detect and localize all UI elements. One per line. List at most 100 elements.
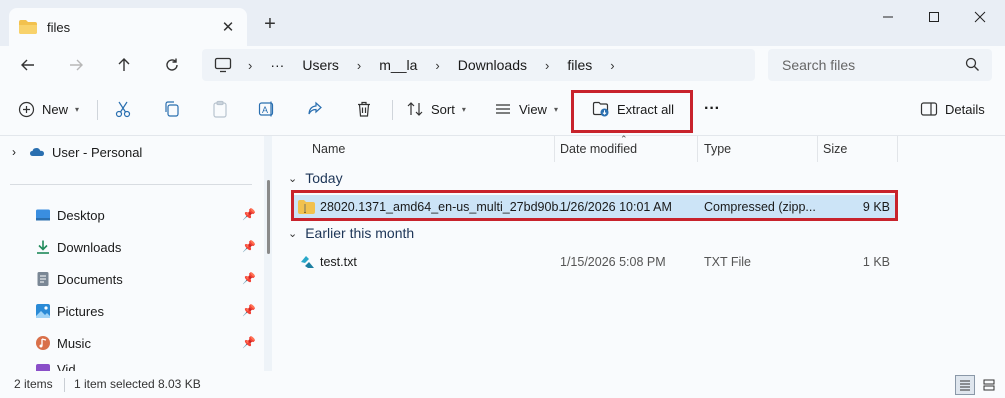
column-header-size[interactable]: Size: [823, 136, 847, 162]
breadcrumb-user[interactable]: m__la: [379, 57, 417, 73]
sidebar-item-pictures[interactable]: Pictures 📌: [0, 296, 262, 326]
forward-button[interactable]: [62, 52, 90, 78]
sidebar-item-downloads[interactable]: Downloads 📌: [0, 232, 262, 262]
sidebar-item-label: Music: [57, 335, 91, 351]
chevron-right-icon[interactable]: ›: [357, 58, 361, 73]
sidebar-item-label: Documents: [57, 271, 123, 287]
column-divider[interactable]: [554, 136, 555, 162]
rename-button[interactable]: A: [258, 94, 276, 124]
chevron-down-icon[interactable]: ⌄: [288, 227, 297, 240]
table-row[interactable]: test.txt 1/15/2026 5:08 PM TXT File 1 KB: [294, 250, 896, 274]
search-input[interactable]: Search files: [768, 49, 992, 81]
new-tab-button[interactable]: +: [258, 12, 282, 36]
sort-button[interactable]: Sort ▾: [406, 94, 466, 124]
more-icon: ···: [704, 100, 720, 117]
item-count: 2 items: [14, 377, 53, 391]
column-header-type[interactable]: Type: [704, 136, 731, 162]
paste-button[interactable]: [211, 94, 229, 124]
column-label: Name: [312, 142, 346, 156]
details-button[interactable]: Details: [920, 94, 985, 124]
new-button[interactable]: New ▾: [18, 94, 79, 124]
column-divider[interactable]: [817, 136, 818, 162]
copy-button[interactable]: [163, 94, 181, 124]
sidebar-scrollbar[interactable]: [267, 180, 270, 254]
breadcrumb-users[interactable]: Users: [302, 57, 339, 73]
column-label: Type: [704, 142, 732, 156]
column-divider[interactable]: [697, 136, 698, 162]
command-bar: New ▾ A Sort ▾ View ▾ Extract all ··· De…: [0, 84, 1005, 136]
tab-title: files: [47, 19, 71, 35]
pin-icon[interactable]: 📌: [242, 240, 256, 253]
chevron-right-icon[interactable]: ›: [12, 145, 16, 159]
pin-icon[interactable]: 📌: [242, 208, 256, 221]
view-button[interactable]: View ▾: [494, 94, 558, 124]
plus-circle-icon: [18, 101, 35, 117]
file-highlight: [291, 190, 898, 221]
chevron-right-icon[interactable]: ›: [248, 58, 252, 73]
search-placeholder: Search files: [782, 57, 856, 73]
file-name: test.txt: [320, 255, 357, 269]
pin-icon[interactable]: 📌: [242, 304, 256, 317]
refresh-button[interactable]: [158, 52, 186, 78]
column-label: Size: [823, 142, 848, 156]
divider: [64, 378, 65, 392]
chevron-right-icon[interactable]: ›: [435, 58, 439, 73]
svg-text:A: A: [262, 105, 268, 115]
more-options-button[interactable]: ···: [704, 94, 720, 124]
overflow-icon[interactable]: ···: [270, 57, 284, 73]
sidebar-item-documents[interactable]: Documents 📌: [0, 264, 262, 294]
file-list: Name ⌃ Date modified Type Size ⌄ Today 2…: [272, 134, 1005, 371]
new-label: New: [42, 101, 69, 117]
divider: [392, 100, 393, 120]
view-list-icon: [496, 104, 510, 114]
up-button[interactable]: [110, 52, 138, 78]
delete-button[interactable]: [355, 94, 373, 124]
close-window-button[interactable]: [958, 4, 1002, 30]
group-header-today[interactable]: ⌄ Today: [288, 170, 343, 186]
clipboard-icon: [213, 100, 227, 118]
group-label: Earlier this month: [305, 225, 415, 241]
share-button[interactable]: [306, 94, 324, 124]
sidebar-item-videos[interactable]: Vid: [0, 360, 262, 371]
pin-icon[interactable]: 📌: [242, 272, 256, 285]
address-bar[interactable]: › ··· Users › m__la › Downloads › files …: [202, 49, 755, 81]
videos-icon: [36, 364, 50, 371]
sidebar-item-onedrive[interactable]: › User - Personal: [0, 137, 262, 167]
sidebar-item-desktop[interactable]: Desktop 📌: [0, 200, 262, 230]
chevron-right-icon[interactable]: ›: [610, 58, 614, 73]
navigation-pane: › User - Personal Desktop 📌 Downloads 📌 …: [0, 136, 264, 371]
cut-button[interactable]: [114, 94, 132, 124]
sort-label: Sort: [431, 101, 455, 117]
column-header-name[interactable]: Name: [312, 136, 345, 162]
chevron-down-icon[interactable]: ⌄: [288, 172, 297, 185]
divider: [97, 100, 98, 120]
sidebar-item-music[interactable]: Music 📌: [0, 328, 262, 358]
cloud-icon: [30, 148, 44, 156]
back-button[interactable]: [14, 52, 42, 78]
tiles-view-icon: [983, 379, 995, 391]
breadcrumb-downloads[interactable]: Downloads: [458, 57, 527, 73]
sidebar-item-label: Downloads: [57, 239, 122, 255]
minimize-button[interactable]: [866, 4, 910, 30]
status-bar: 2 items 1 item selected 8.03 KB: [0, 371, 1005, 398]
maximize-button[interactable]: [912, 4, 956, 30]
title-bar: files ✕ +: [0, 0, 1005, 46]
chevron-right-icon[interactable]: ›: [545, 58, 549, 73]
tab-files[interactable]: files ✕: [9, 8, 247, 46]
group-header-earlier-this-month[interactable]: ⌄ Earlier this month: [288, 225, 414, 241]
sort-icon: [407, 102, 423, 116]
breadcrumb-files[interactable]: files: [567, 57, 592, 73]
music-icon: [36, 336, 50, 350]
file-size: 1 KB: [862, 255, 890, 269]
share-icon: [308, 101, 322, 115]
close-tab-icon[interactable]: ✕: [219, 18, 237, 36]
details-view-button[interactable]: [955, 375, 975, 395]
column-divider[interactable]: [897, 136, 898, 162]
pin-icon[interactable]: 📌: [242, 336, 256, 349]
column-header-date[interactable]: Date modified: [560, 136, 637, 162]
tiles-view-button[interactable]: [979, 375, 999, 395]
extract-all-highlight: [571, 90, 693, 133]
view-label: View: [519, 101, 547, 117]
details-label: Details: [945, 101, 985, 117]
selected-size: 8.03 KB: [158, 377, 201, 391]
